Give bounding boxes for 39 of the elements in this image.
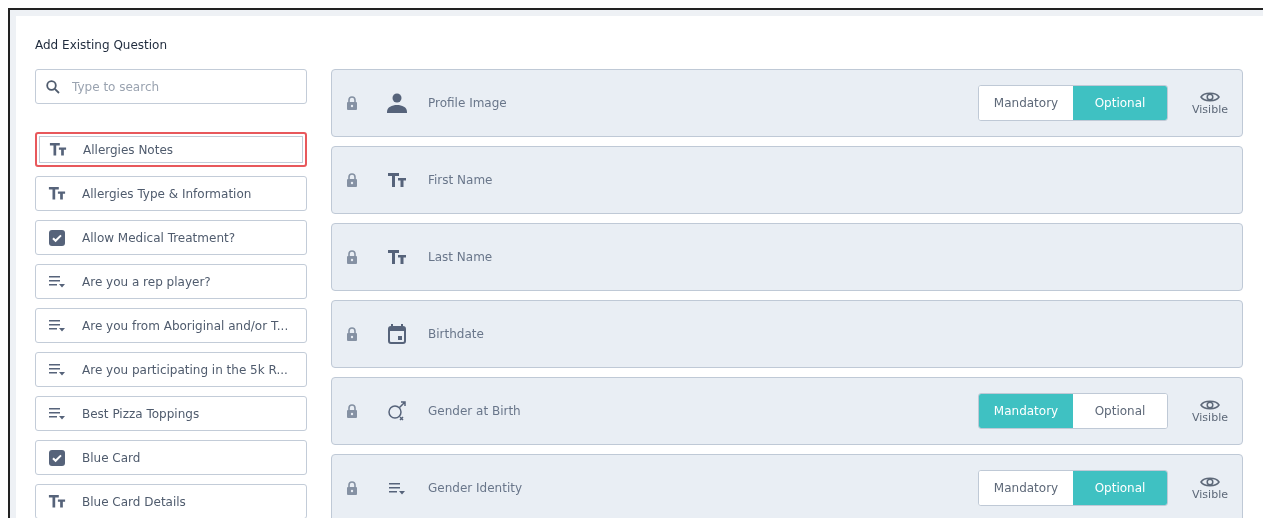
- gender-icon: [387, 401, 407, 421]
- text-type-icon: [48, 494, 66, 509]
- visibility-toggle[interactable]: Visible: [1190, 398, 1230, 424]
- panel-title: Add Existing Question: [35, 38, 169, 52]
- person-icon: [386, 92, 408, 114]
- field-label: Profile Image: [428, 96, 508, 110]
- eye-icon: [1200, 90, 1220, 103]
- calendar-icon: [388, 324, 406, 344]
- visibility-toggle[interactable]: Visible: [1190, 90, 1230, 116]
- checkbox-icon: [49, 229, 65, 246]
- search-icon: [46, 79, 60, 94]
- question-item[interactable]: Are you participating in the 5k R...: [35, 352, 307, 387]
- text-type-icon: [48, 186, 66, 201]
- field-label: Gender at Birth: [428, 404, 522, 418]
- field-label: Gender Identity: [428, 481, 524, 495]
- eye-icon: [1200, 475, 1220, 488]
- question-item[interactable]: Allergies Type & Information: [35, 176, 307, 211]
- question-item[interactable]: Best Pizza Toppings: [35, 396, 307, 431]
- text-type-icon: [49, 142, 67, 157]
- list-dropdown-icon: [48, 319, 66, 332]
- question-item[interactable]: Allergies Notes: [35, 132, 307, 167]
- question-item[interactable]: Are you a rep player?: [35, 264, 307, 299]
- text-type-icon: [387, 172, 407, 188]
- question-item[interactable]: Allow Medical Treatment?: [35, 220, 307, 255]
- list-dropdown-icon: [48, 275, 66, 288]
- question-item[interactable]: Blue Card: [35, 440, 307, 475]
- list-dropdown-icon: [48, 407, 66, 420]
- checkbox-icon: [49, 449, 65, 466]
- list-dropdown-icon: [48, 363, 66, 376]
- question-item[interactable]: Are you from Aboriginal and/or T...: [35, 308, 307, 343]
- question-item[interactable]: Blue Card Details: [35, 484, 307, 518]
- field-label: Last Name: [428, 250, 494, 264]
- text-type-icon: [387, 249, 407, 265]
- list-dropdown-icon: [388, 481, 406, 495]
- field-label: First Name: [428, 173, 494, 187]
- visibility-toggle[interactable]: Visible: [1190, 475, 1230, 501]
- search-field[interactable]: Type to search: [35, 69, 307, 104]
- eye-icon: [1200, 398, 1220, 411]
- field-label: Birthdate: [428, 327, 485, 341]
